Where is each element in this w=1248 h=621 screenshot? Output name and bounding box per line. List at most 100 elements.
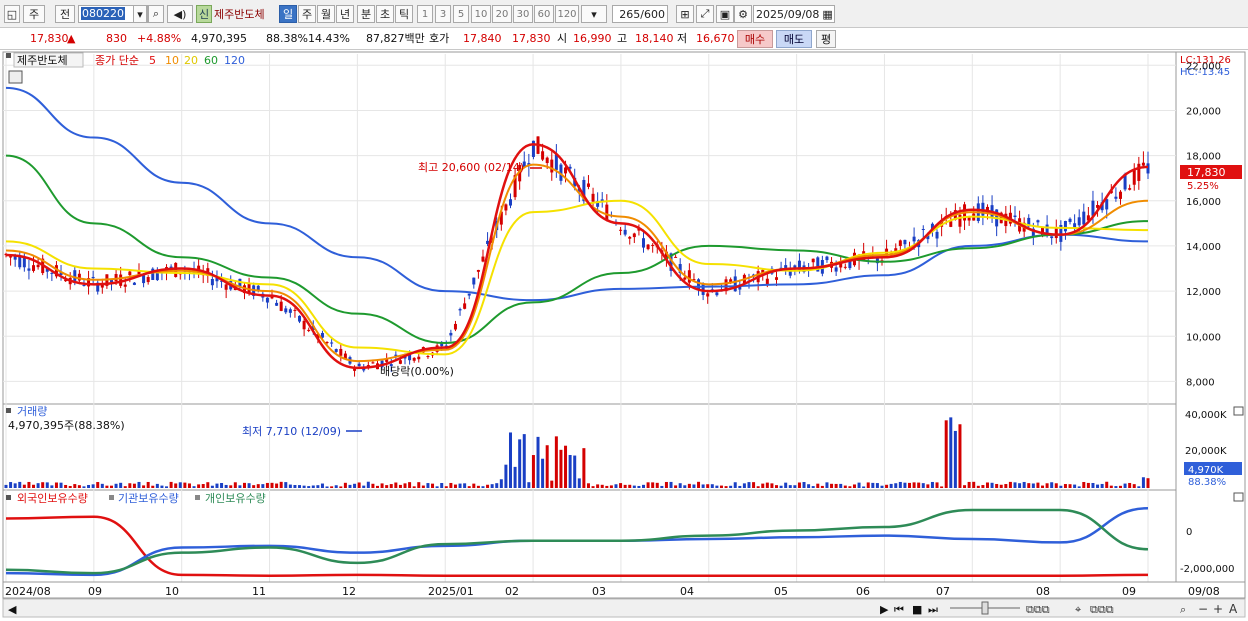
candle-body: [132, 282, 136, 285]
step-3[interactable]: 3: [435, 5, 451, 23]
candle-body: [371, 362, 375, 364]
volume-bar: [816, 483, 820, 488]
interval-day[interactable]: 일: [279, 5, 297, 23]
volume-bar: [775, 485, 779, 488]
volume-bar: [421, 485, 425, 488]
save-icon[interactable]: ▣: [716, 5, 734, 23]
evaluate-button[interactable]: 평: [816, 30, 836, 48]
panel-handle-icon[interactable]: [6, 53, 11, 58]
volume-bar: [807, 484, 811, 488]
institution-holding-label[interactable]: 기관보유수량: [118, 492, 179, 505]
font-size-icon[interactable]: A: [1229, 602, 1238, 616]
candle-body: [288, 309, 292, 313]
speaker-icon[interactable]: ◀): [167, 5, 193, 23]
buy-button[interactable]: 매수: [737, 30, 773, 48]
date-input[interactable]: 2025/09/08 ▦: [753, 5, 835, 23]
step-5[interactable]: 5: [453, 5, 469, 23]
volume-bar: [1054, 483, 1058, 488]
volume-bar: [880, 485, 884, 488]
interval-year[interactable]: 년: [336, 5, 354, 23]
window-icon[interactable]: ◱: [4, 5, 20, 23]
scroll-right-icon[interactable]: ▶: [880, 603, 889, 616]
x-axis-label: 06: [856, 585, 870, 598]
bar-total-value: /600: [640, 7, 665, 21]
period-select[interactable]: 주: [23, 5, 45, 23]
individual-holding-label[interactable]: 개인보유수량: [205, 492, 266, 505]
candle-body: [293, 309, 297, 311]
crosshair-icon[interactable]: ⌖: [1075, 603, 1081, 616]
scroll-bar[interactable]: [2, 598, 1246, 618]
ma60-label[interactable]: 60: [204, 54, 218, 67]
compare-select[interactable]: 전: [55, 5, 75, 23]
volume-close-icon[interactable]: [1233, 406, 1244, 416]
interval-second[interactable]: 초: [376, 5, 394, 23]
candle-body: [334, 349, 338, 352]
step-30[interactable]: 30: [513, 5, 533, 23]
zoom-in-icon[interactable]: +: [1213, 602, 1223, 616]
volume-bar: [889, 483, 893, 488]
price-tick-label: 10,000: [1186, 332, 1221, 343]
candle-body: [550, 159, 554, 173]
holding-close-icon[interactable]: [1233, 492, 1244, 502]
volume-tick-40000: 40,000K: [1185, 410, 1227, 421]
interval-month[interactable]: 월: [317, 5, 335, 23]
volume-bar: [233, 482, 237, 488]
volume-bar: [325, 486, 329, 488]
candle-body: [128, 271, 132, 276]
interval-minute[interactable]: 분: [357, 5, 375, 23]
volume-bar: [788, 485, 792, 488]
step-dropdown[interactable]: ▾: [581, 5, 607, 23]
calendar-icon[interactable]: ▦: [822, 8, 832, 21]
candle-body: [298, 315, 302, 322]
volume-bar: [963, 485, 967, 488]
step-20-label: 20: [495, 8, 509, 20]
interval-tick[interactable]: 틱: [395, 5, 413, 23]
bar-count-input[interactable]: 265/600: [612, 5, 668, 23]
volume-bar: [655, 482, 659, 488]
step-60[interactable]: 60: [534, 5, 554, 23]
magnifier-icon[interactable]: ⌕: [1180, 603, 1186, 616]
candle-body: [463, 303, 467, 309]
gear-icon[interactable]: ⚙: [734, 5, 752, 23]
candle-body: [619, 229, 623, 231]
step-10[interactable]: 10: [471, 5, 491, 23]
drawing-tool-icon[interactable]: ⤢: [696, 5, 714, 23]
sell-button[interactable]: 매도: [776, 30, 812, 48]
layout-icon[interactable]: ⧉⧉⧉: [1026, 603, 1050, 616]
chart-type-icon[interactable]: ⊞: [676, 5, 694, 23]
volume-bar: [985, 482, 989, 488]
step-1[interactable]: 1: [417, 5, 433, 23]
step-120[interactable]: 120: [555, 5, 579, 23]
volume-bar: [586, 483, 590, 488]
volume-bar: [426, 483, 430, 488]
candle-body: [1137, 163, 1141, 181]
volume-bar: [206, 482, 210, 488]
interval-week[interactable]: 주: [298, 5, 316, 23]
volume-bar: [160, 485, 164, 488]
candle-body: [1068, 218, 1072, 222]
volume-handle-icon[interactable]: [6, 408, 11, 413]
search-icon[interactable]: ⌕: [148, 5, 164, 23]
zoom-slider-thumb[interactable]: [981, 601, 989, 615]
zoom-out-icon[interactable]: −: [1198, 602, 1208, 616]
rewind-icon[interactable]: ⏮: [894, 603, 904, 616]
stop-icon[interactable]: ■: [912, 603, 922, 616]
step-20[interactable]: 20: [492, 5, 512, 23]
volume-bar: [747, 482, 751, 488]
holding-handle-icon[interactable]: [6, 495, 11, 500]
volume-bar: [664, 481, 668, 488]
dividend-annotation: 배당락(0.00%): [380, 365, 454, 378]
scroll-left-icon[interactable]: ◀: [8, 603, 17, 616]
settings-icons[interactable]: ⧉⧉⧉: [1090, 603, 1114, 616]
foreign-holding-label[interactable]: 외국인보유수량: [17, 492, 88, 505]
volume-bar: [174, 483, 178, 488]
ma120-label[interactable]: 120: [224, 54, 245, 67]
chevron-down-icon[interactable]: ▾: [133, 5, 147, 23]
candle-body: [307, 329, 311, 331]
ma20-label[interactable]: 20: [184, 54, 198, 67]
ma10-label[interactable]: 10: [165, 54, 179, 67]
volume-bar: [898, 481, 902, 488]
ma5-label[interactable]: 5: [149, 54, 156, 67]
table-icon[interactable]: [8, 70, 23, 84]
fast-forward-icon[interactable]: ⏭: [928, 603, 938, 616]
